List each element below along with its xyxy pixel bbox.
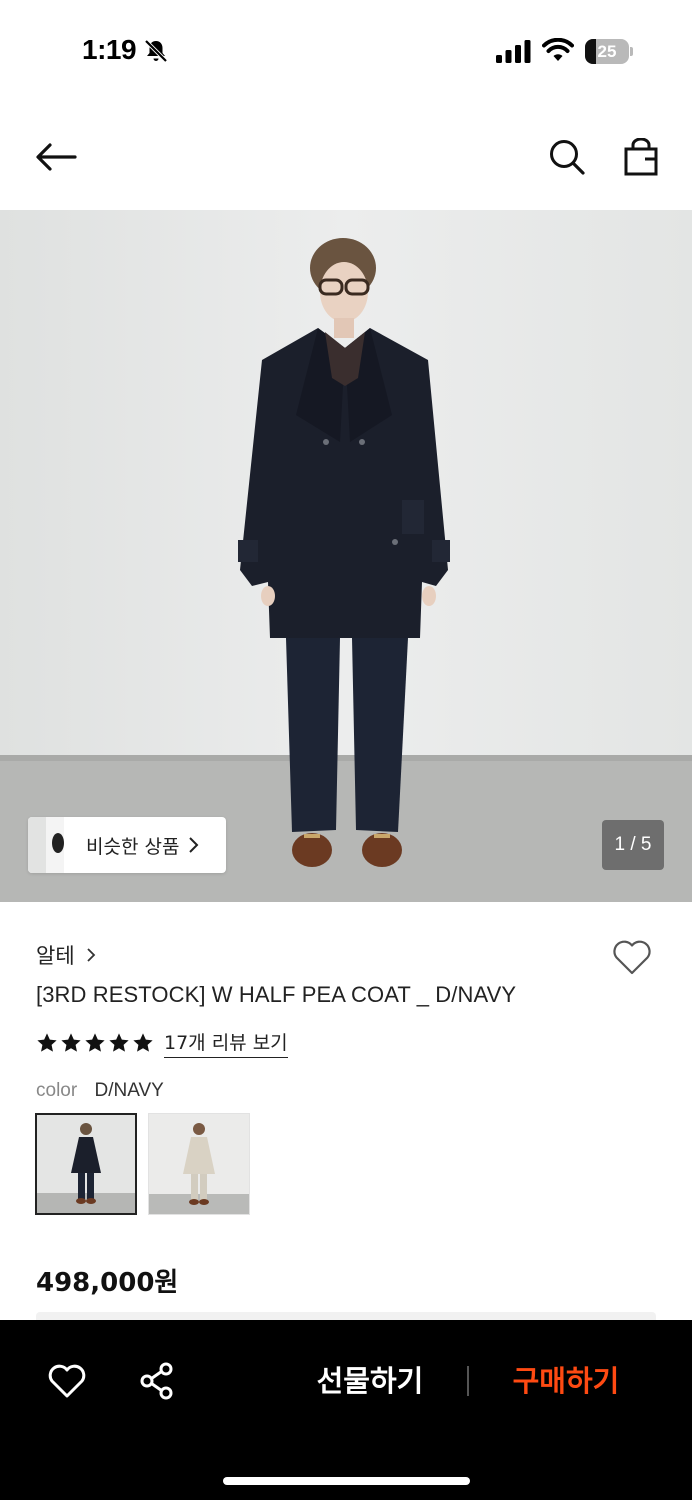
- signal-icon: [496, 40, 531, 63]
- search-button[interactable]: [544, 134, 590, 180]
- status-time: 1:19: [82, 34, 137, 65]
- bottom-bar-divider: [467, 1366, 469, 1396]
- bell-slash-icon: [144, 39, 168, 63]
- color-swatch-navy[interactable]: [35, 1113, 137, 1215]
- wishlist-button[interactable]: [608, 935, 656, 979]
- review-link[interactable]: 17개 리뷰 보기: [164, 1028, 288, 1058]
- heart-icon: [613, 940, 651, 975]
- image-page-indicator: 1 / 5: [602, 820, 664, 870]
- brand-name: 알테: [36, 944, 75, 968]
- gift-button[interactable]: 선물하기: [300, 1358, 440, 1404]
- product-image-carousel[interactable]: [0, 210, 692, 902]
- back-arrow-icon: [36, 143, 77, 171]
- star-icon: [37, 1033, 57, 1052]
- home-indicator: [223, 1477, 470, 1485]
- star-icon: [61, 1033, 81, 1052]
- color-row: color D/NAVY: [36, 1080, 164, 1102]
- rating-stars: [36, 1032, 154, 1054]
- battery-icon: 25: [585, 39, 633, 64]
- similar-products-button[interactable]: 비슷한 상품: [28, 817, 226, 873]
- heart-icon: [48, 1364, 86, 1398]
- wifi-icon: [542, 38, 574, 61]
- status-bar: 1:19 25: [0, 0, 692, 104]
- chevron-right-icon: [189, 837, 199, 853]
- back-button[interactable]: [30, 134, 82, 180]
- star-icon: [133, 1033, 153, 1052]
- similar-products-thumbnail: [28, 817, 64, 873]
- top-nav: [0, 104, 692, 210]
- star-icon: [109, 1033, 129, 1052]
- content-divider: [36, 1312, 656, 1320]
- cart-button[interactable]: [618, 134, 664, 180]
- similar-products-label: 비슷한 상품: [86, 835, 180, 858]
- shopping-bag-icon: [624, 138, 658, 176]
- product-title: [3RD RESTOCK] W HALF PEA COAT _ D/NAVY: [36, 982, 517, 1007]
- search-icon: [550, 140, 585, 175]
- battery-level: 25: [597, 42, 617, 61]
- product-price: 498,000원: [36, 1268, 179, 1298]
- color-label: color: [36, 1080, 78, 1101]
- chevron-right-icon: [87, 948, 95, 962]
- bottom-action-bar: 선물하기 구매하기: [0, 1320, 692, 1500]
- color-value: D/NAVY: [94, 1080, 164, 1101]
- star-icon: [85, 1033, 105, 1052]
- color-swatch-ivory[interactable]: [148, 1113, 250, 1215]
- share-button[interactable]: [134, 1358, 180, 1404]
- buy-button[interactable]: 구매하기: [496, 1358, 636, 1404]
- product-photo: [0, 210, 692, 902]
- brand-link[interactable]: 알테: [36, 940, 99, 970]
- rating-row: 17개 리뷰 보기: [36, 1028, 288, 1058]
- share-icon: [140, 1362, 173, 1400]
- bottom-wishlist-button[interactable]: [44, 1358, 90, 1404]
